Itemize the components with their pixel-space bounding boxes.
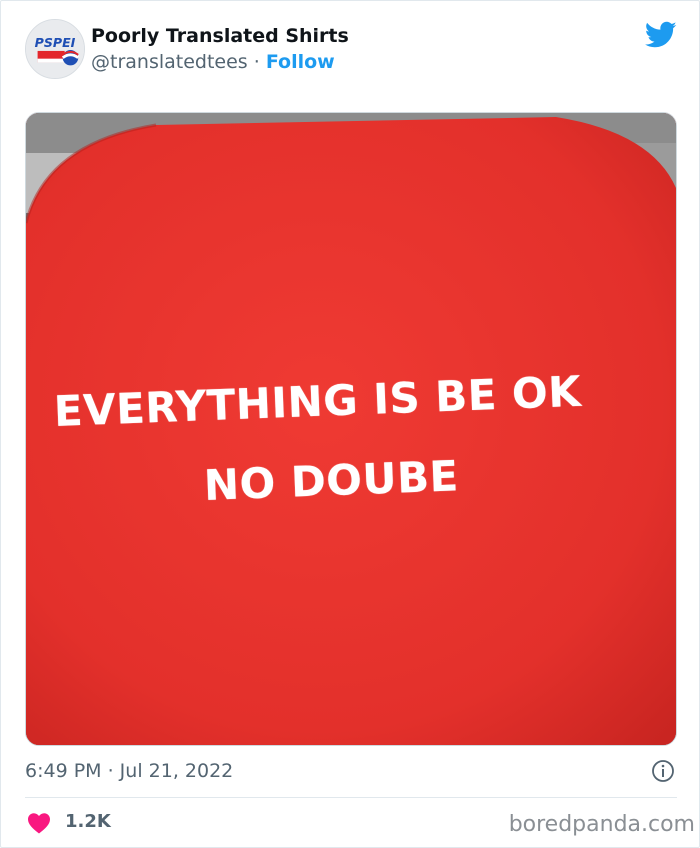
twitter-bird-icon[interactable] — [645, 21, 677, 49]
tweet-footer: 1.2K boredpanda.com — [25, 807, 695, 839]
tweet-header: PSPEI Poorly Translated Shirts @translat… — [25, 19, 677, 81]
boredpanda-watermark: boredpanda.com — [508, 812, 695, 837]
author-display-name[interactable]: Poorly Translated Shirts — [91, 23, 349, 49]
author-handle-row: @translatedtees · Follow — [91, 49, 349, 75]
avatar[interactable]: PSPEI — [25, 19, 85, 79]
tweet-timestamp[interactable]: 6:49 PM · Jul 21, 2022 — [25, 760, 233, 782]
avatar-text: PSPEI — [35, 35, 76, 50]
follow-link[interactable]: Follow — [266, 51, 335, 73]
author-handle[interactable]: @translatedtees — [91, 51, 248, 73]
info-icon[interactable] — [651, 759, 675, 783]
timestamp-row: 6:49 PM · Jul 21, 2022 — [25, 757, 677, 785]
shirt-text-line1: EVERYTHING IS BE OK — [53, 366, 583, 436]
tweet-photo[interactable]: EVERYTHING IS BE OK NO DOUBE — [25, 112, 677, 746]
like-count[interactable]: 1.2K — [65, 809, 111, 835]
tweet-embed-card: PSPEI Poorly Translated Shirts @translat… — [0, 0, 700, 848]
shirt-print: EVERYTHING IS BE OK NO DOUBE — [26, 113, 676, 745]
author-names: Poorly Translated Shirts @translatedtees… — [91, 23, 349, 75]
pepsi-parody-logo-icon: PSPEI — [26, 20, 84, 78]
heart-icon[interactable] — [27, 812, 51, 834]
shirt-text-line2: NO DOUBE — [203, 451, 460, 510]
handle-separator: · — [253, 51, 260, 73]
divider — [25, 797, 677, 798]
